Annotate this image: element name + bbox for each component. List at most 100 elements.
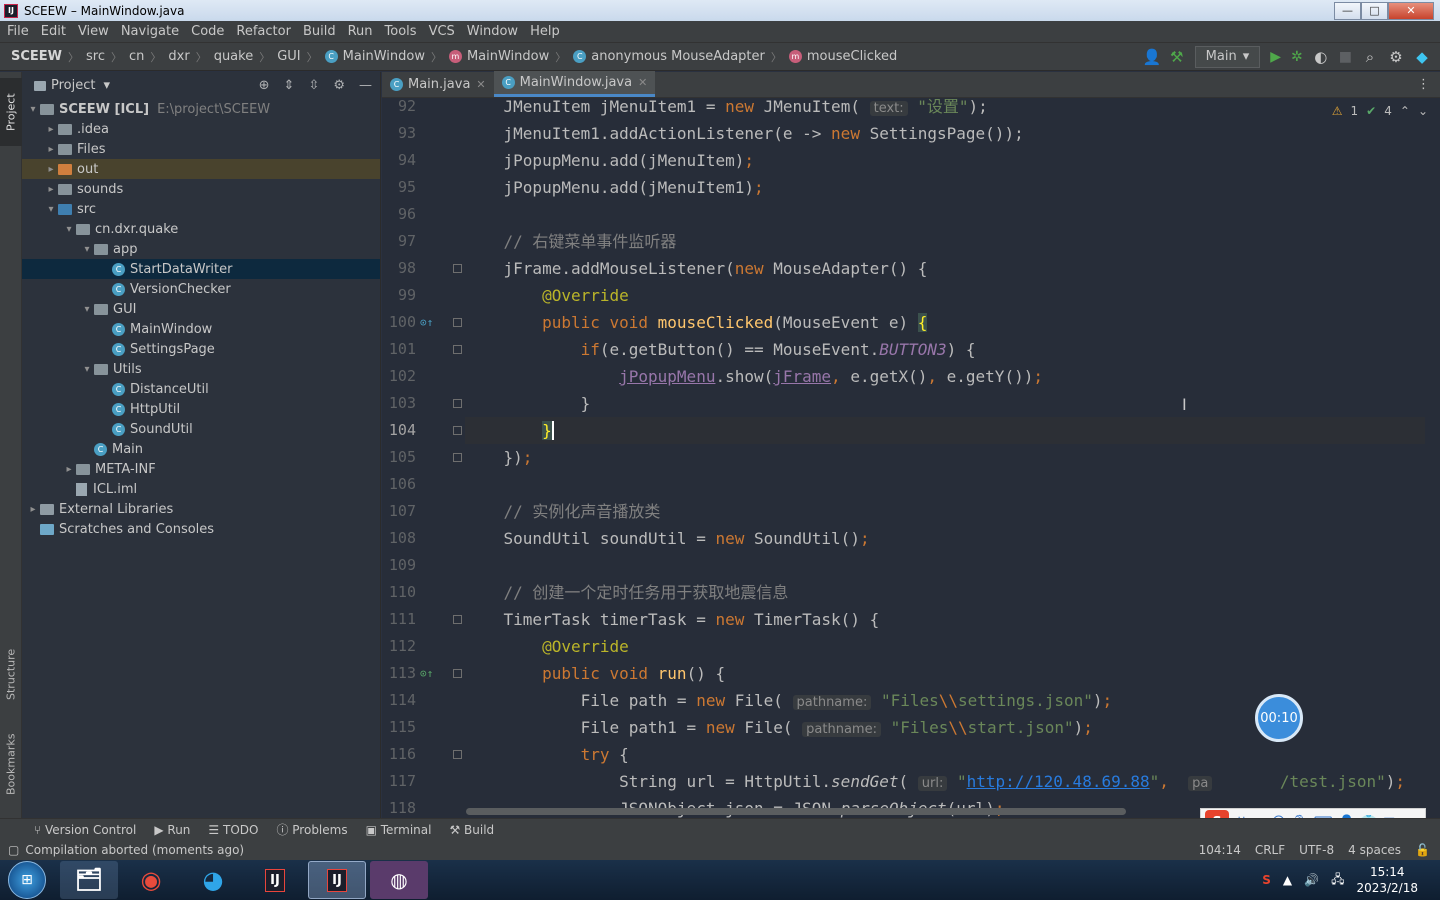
stop-icon[interactable]: ■: [1339, 49, 1352, 65]
tree-item[interactable]: C SoundUtil: [22, 419, 380, 439]
collapse-all-icon[interactable]: ⇳: [308, 78, 319, 93]
tree-item[interactable]: ▾ Utils: [22, 359, 380, 379]
chevron-right-icon[interactable]: ▸: [44, 184, 58, 195]
search-icon[interactable]: ⌕: [1362, 48, 1378, 66]
build-hammer-icon[interactable]: ⚒: [1169, 48, 1185, 66]
chevron-right-icon[interactable]: ▸: [44, 164, 58, 175]
menu-view[interactable]: View: [72, 24, 115, 39]
fold-marker-icon[interactable]: [453, 426, 462, 435]
override-marker-icon[interactable]: ⊙↑: [420, 667, 433, 680]
taskbar-intellij-1[interactable]: IJ: [246, 861, 304, 899]
menu-vcs[interactable]: VCS: [423, 24, 461, 39]
menu-run[interactable]: Run: [342, 24, 379, 39]
fold-marker-icon[interactable]: [453, 264, 462, 273]
breadcrumb-mainwindow-method[interactable]: m MainWindow: [448, 49, 549, 64]
tree-item[interactable]: ▸ .idea: [22, 119, 380, 139]
chevron-right-icon[interactable]: ▸: [44, 144, 58, 155]
chevron-down-icon[interactable]: ▾: [80, 244, 94, 255]
taskbar-media-app[interactable]: ◍: [370, 861, 428, 899]
breadcrumb-mouseclicked[interactable]: m mouseClicked: [788, 49, 897, 64]
chevron-right-icon[interactable]: ▸: [26, 504, 40, 515]
tree-item[interactable]: C StartDataWriter: [22, 259, 380, 279]
tree-item[interactable]: ▸ sounds: [22, 179, 380, 199]
tree-item[interactable]: C DistanceUtil: [22, 379, 380, 399]
tree-item[interactable]: C HttpUtil: [22, 399, 380, 419]
stripe-tab-structure[interactable]: Structure: [0, 638, 22, 710]
line-number[interactable]: 99: [376, 282, 416, 309]
user-icon[interactable]: 👤: [1143, 48, 1162, 66]
line-number[interactable]: 116: [376, 741, 416, 768]
debug-icon[interactable]: ✲: [1291, 49, 1303, 65]
sogou-tray-icon[interactable]: S: [1262, 873, 1271, 887]
breadcrumb-dxr[interactable]: dxr: [168, 49, 189, 64]
taskbar-intellij-2[interactable]: IJ: [308, 861, 366, 899]
menu-code[interactable]: Code: [185, 24, 230, 39]
fold-marker-icon[interactable]: [453, 345, 462, 354]
tool-version-control[interactable]: ⑂ Version Control: [34, 823, 136, 837]
minimize-button[interactable]: —: [1334, 1, 1361, 20]
line-number[interactable]: 109: [376, 552, 416, 579]
line-number[interactable]: 96: [376, 201, 416, 228]
fold-marker-icon[interactable]: [453, 669, 462, 678]
override-marker-icon[interactable]: ⊙↑: [420, 316, 433, 329]
tool-terminal[interactable]: ▣ Terminal: [366, 823, 432, 837]
stripe-tab-bookmarks[interactable]: Bookmarks: [0, 724, 22, 804]
tree-item[interactable]: ▸ out: [22, 159, 380, 179]
line-number[interactable]: 110: [376, 579, 416, 606]
hide-icon[interactable]: —: [359, 78, 372, 93]
tree-item[interactable]: Scratches and Consoles: [22, 519, 380, 539]
close-tab-icon[interactable]: ✕: [476, 78, 485, 91]
start-button[interactable]: ⊞: [8, 861, 46, 899]
line-number[interactable]: 101: [376, 336, 416, 363]
chevron-right-icon[interactable]: ▸: [62, 464, 76, 475]
line-number[interactable]: 106: [376, 471, 416, 498]
line-number[interactable]: 117: [376, 768, 416, 795]
chevron-down-icon[interactable]: ▾: [103, 78, 110, 93]
line-number[interactable]: 112: [376, 633, 416, 660]
plugin-logo-icon[interactable]: ◆: [1414, 48, 1430, 66]
menu-help[interactable]: Help: [524, 24, 566, 39]
recording-timer[interactable]: 00:10: [1255, 694, 1303, 742]
horizontal-scrollbar[interactable]: [466, 808, 1126, 815]
run-icon[interactable]: ▶: [1270, 49, 1281, 65]
taskbar-edge[interactable]: ◕: [184, 861, 242, 899]
breadcrumb-project[interactable]: SCEEW: [11, 49, 62, 64]
tree-item[interactable]: ICL.iml: [22, 479, 380, 499]
coverage-icon[interactable]: ◐: [1313, 48, 1329, 66]
fold-marker-icon[interactable]: [453, 399, 462, 408]
status-panel-icon[interactable]: ▢: [8, 843, 19, 857]
line-separator[interactable]: CRLF: [1255, 843, 1285, 857]
line-number[interactable]: 98: [376, 255, 416, 282]
breadcrumb-cn[interactable]: cn: [129, 49, 144, 64]
tree-item[interactable]: C Main: [22, 439, 380, 459]
run-configuration-select[interactable]: Main ▾: [1194, 45, 1261, 68]
taskbar-file-explorer[interactable]: 🗂: [60, 861, 118, 899]
line-number[interactable]: 111: [376, 606, 416, 633]
project-view-title[interactable]: Project: [51, 78, 95, 93]
chevron-down-icon[interactable]: ▾: [80, 364, 94, 375]
clock[interactable]: 15:14 2023/2/18: [1356, 864, 1418, 896]
chevron-down-icon[interactable]: ▾: [80, 304, 94, 315]
maximize-button[interactable]: □: [1361, 1, 1388, 20]
breadcrumb-gui[interactable]: GUI: [277, 49, 300, 64]
line-number[interactable]: 92: [376, 93, 416, 120]
tree-item[interactable]: ▸ Files: [22, 139, 380, 159]
line-number[interactable]: 105: [376, 444, 416, 471]
menu-build[interactable]: Build: [297, 24, 342, 39]
tool-run[interactable]: ▶ Run: [154, 823, 190, 837]
tree-item[interactable]: ▾ GUI: [22, 299, 380, 319]
locate-icon[interactable]: ⊕: [259, 78, 270, 93]
chevron-up-icon[interactable]: ▲: [1283, 873, 1292, 887]
tree-item[interactable]: ▾ cn.dxr.quake: [22, 219, 380, 239]
fold-marker-icon[interactable]: [453, 615, 462, 624]
caret-position[interactable]: 104:14: [1199, 843, 1241, 857]
line-number[interactable]: 114: [376, 687, 416, 714]
line-number[interactable]: 94: [376, 147, 416, 174]
line-number[interactable]: 95: [376, 174, 416, 201]
menu-file[interactable]: File: [0, 24, 35, 39]
breadcrumb-src[interactable]: src: [86, 49, 105, 64]
menu-refactor[interactable]: Refactor: [230, 24, 297, 39]
menu-tools[interactable]: Tools: [379, 24, 423, 39]
chevron-up-icon[interactable]: ⌃: [1400, 104, 1410, 118]
menu-window[interactable]: Window: [461, 24, 524, 39]
